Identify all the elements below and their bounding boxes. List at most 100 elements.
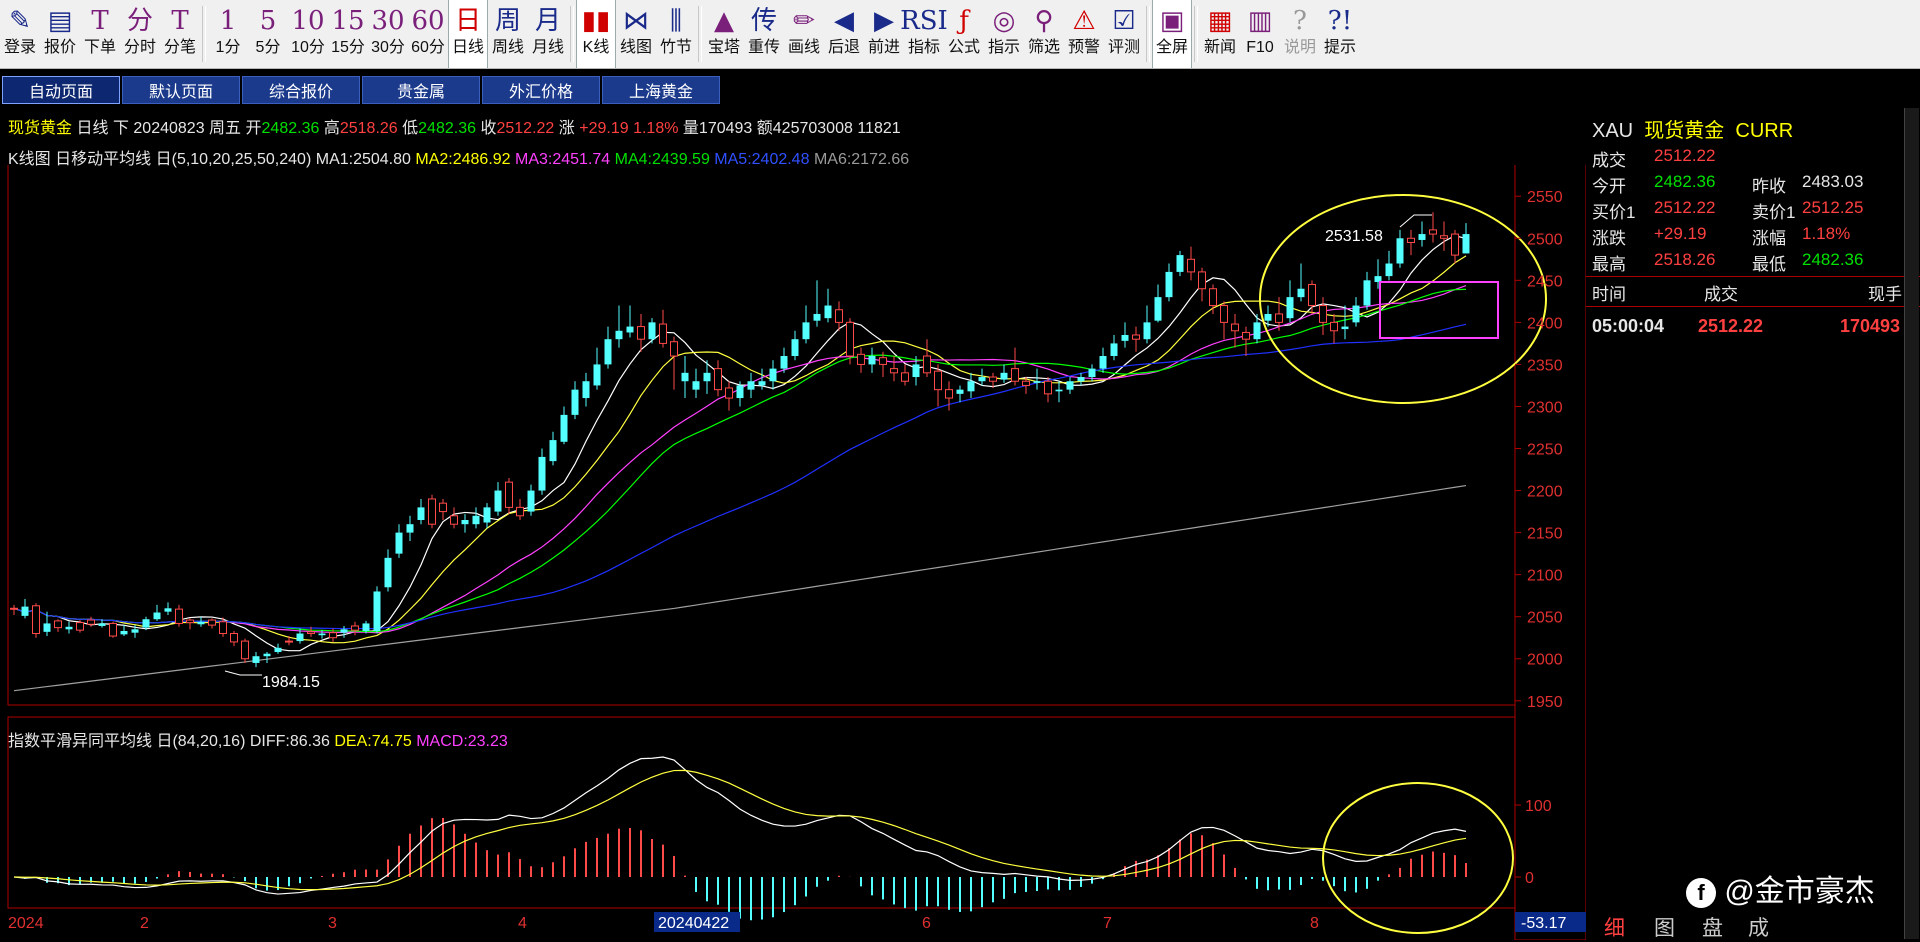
toolbar-ticks-button[interactable]: T 分笔	[160, 0, 200, 68]
toolbar-monthly-button[interactable]: 月月线	[528, 0, 568, 68]
toolbar-intraday-button[interactable]: 分分时	[120, 0, 160, 68]
toolbar-back-button[interactable]: ◀ 后退	[824, 0, 864, 68]
toolbar-separator	[202, 6, 206, 62]
tab-page-4[interactable]: 外汇价格	[482, 76, 600, 104]
low-value: 2482.36	[418, 120, 476, 137]
candle-body-down	[813, 313, 821, 321]
toolbar-5min-button[interactable]: 5 5分	[248, 0, 288, 68]
toolbar-weekly-button[interactable]: 周周线	[488, 0, 528, 68]
tab-page-1[interactable]: 默认页面	[122, 76, 240, 104]
candle-body-down	[373, 591, 381, 631]
toolbar-quote-button[interactable]: ▤ 报价	[40, 0, 80, 68]
toolbar-f10-button[interactable]: ▥ F10	[1240, 0, 1280, 68]
candle-body-down	[538, 456, 546, 491]
candle-body-up	[1011, 368, 1019, 382]
toolbar-indicator-button[interactable]: RSI 指标	[900, 0, 948, 68]
macd-tick-0: 0	[1525, 870, 1534, 887]
toolbar-daily-label: 日线	[451, 39, 484, 56]
trade-time: 05:00:04	[1592, 316, 1665, 336]
quote-highlow-row: 最高 2518.26 最低 2482.36	[1592, 250, 1863, 275]
tab-page-5[interactable]: 上海黄金	[602, 76, 720, 104]
candle-body-down	[483, 507, 491, 523]
toolbar-alert-button[interactable]: ⚠ 预警	[1064, 0, 1104, 68]
trade-volume: 170493	[1840, 316, 1901, 336]
open-label: 开	[245, 120, 262, 137]
trades-col-price: 成交	[1704, 285, 1738, 304]
quote-open-row: 今开 2482.36 昨收 2483.03	[1592, 172, 1863, 197]
toolbar-alert-label: 预警	[1067, 39, 1100, 56]
today-open-value: 2482.36	[1654, 172, 1716, 191]
toolbar-bamboo-button[interactable]: ⫼ 竹节	[656, 0, 696, 68]
tab-page-3[interactable]: 贵金属	[362, 76, 480, 104]
facebook-icon: f	[1686, 878, 1716, 909]
tab-detail[interactable]: 细	[1604, 912, 1625, 942]
toolbar-kline-button[interactable]: ▮▮ K线	[576, 0, 616, 68]
candle-body-down	[967, 381, 975, 392]
panel-scrollbar[interactable]	[1904, 108, 1919, 939]
toolbar-order-button[interactable]: T 下单	[80, 0, 120, 68]
toolbar-f10-label: F10	[1246, 39, 1274, 56]
high-annotation-leader	[1399, 214, 1432, 228]
tab-book[interactable]: 盘	[1702, 912, 1723, 942]
tab-trades[interactable]: 成	[1748, 912, 1769, 942]
formula-icon: ƒ	[959, 6, 969, 36]
toolbar-tips-button[interactable]: ?! 提示	[1320, 0, 1360, 68]
candle-body-down	[43, 623, 51, 632]
candle-body-down	[769, 368, 777, 382]
highlight-ellipse-macd	[1322, 782, 1514, 934]
instrument-name: 现货黄金	[8, 120, 73, 137]
toolbar-filter-button[interactable]: ⚲ 筛选	[1024, 0, 1064, 68]
tab-chart[interactable]: 图	[1654, 912, 1675, 942]
toolbar-draw-button[interactable]: ✏ 画线	[784, 0, 824, 68]
kline-chart[interactable]: 2531.581984.15 1950200020502100215022002…	[0, 165, 1586, 940]
price-tick-label: 2000	[1527, 652, 1563, 669]
high-annotation: 2531.58	[1325, 228, 1383, 245]
candle-body-down	[197, 621, 205, 625]
toolbar-10min-label: 10分	[291, 39, 325, 56]
toolbar-1min-button[interactable]: 1 1分	[208, 0, 248, 68]
candle-body-down	[1143, 322, 1151, 340]
ticks-icon: T	[171, 6, 189, 36]
toolbar-daily-button[interactable]: 日日线	[448, 0, 488, 68]
candle-body-down	[747, 381, 755, 390]
toolbar-forward-button[interactable]: ▶ 前进	[864, 0, 904, 68]
toolbar-separator	[1194, 6, 1198, 62]
toolbar-help-button[interactable]: ? 说明	[1280, 0, 1320, 68]
close-value: 2512.22	[496, 120, 555, 137]
macd-tick-100: 100	[1525, 798, 1552, 815]
tab-page-2[interactable]: 综合报价	[242, 76, 360, 104]
candle-body-down	[1033, 381, 1041, 383]
candle-body-down	[1462, 234, 1470, 254]
ask-label: 卖价1	[1752, 203, 1796, 222]
candle-body-down	[1363, 280, 1371, 306]
candle-body-up	[351, 625, 359, 631]
toolbar-evaluate-button[interactable]: ☑ 评测	[1104, 0, 1144, 68]
candle-body-up	[307, 631, 315, 635]
candle-body-down	[1165, 271, 1173, 298]
candle-body-up	[714, 368, 722, 391]
toolbar-60min-button[interactable]: 60 60分	[408, 0, 448, 68]
macd-indicator-name[interactable]: 指数平滑异同平均线	[8, 733, 152, 750]
toolbar-15min-button[interactable]: 15 15分	[328, 0, 368, 68]
candle-body-up	[857, 353, 865, 365]
candle-body-down	[65, 626, 73, 630]
forward-icon: ▶	[874, 6, 894, 36]
toolbar-indicate-button[interactable]: ◎ 指示	[984, 0, 1024, 68]
candle-body-down	[274, 647, 282, 653]
toolbar-formula-button[interactable]: ƒ 公式	[944, 0, 984, 68]
candle-body-down	[1418, 234, 1426, 240]
toolbar-tower-button[interactable]: ▲ 宝塔	[704, 0, 744, 68]
candle-body-up	[175, 608, 183, 624]
toolbar-30min-button[interactable]: 30 30分	[368, 0, 408, 68]
toolbar-reload-button[interactable]: 传重传	[744, 0, 784, 68]
candle-body-up	[1044, 380, 1052, 395]
toolbar-10min-button[interactable]: 10 10分	[288, 0, 328, 68]
tab-page-0[interactable]: 自动页面	[2, 76, 120, 104]
toolbar-fullscreen-button[interactable]: ▣ 全屏	[1152, 0, 1192, 68]
toolbar-linechart-button[interactable]: ⋈ 线图	[616, 0, 656, 68]
panel-divider	[1586, 276, 1920, 277]
toolbar-login-button[interactable]: ✎ 登录	[0, 0, 40, 68]
price-tick-label: 2550	[1527, 189, 1563, 206]
candle-body-down	[142, 619, 150, 628]
toolbar-news-button[interactable]: ▦ 新闻	[1200, 0, 1240, 68]
